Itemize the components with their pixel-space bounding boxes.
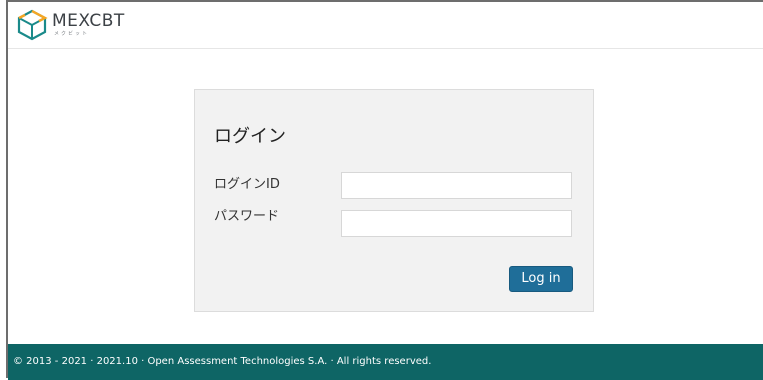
logo-text: MEXCBT bbox=[52, 11, 125, 31]
login-title: ログイン bbox=[214, 126, 286, 147]
login-button[interactable]: Log in bbox=[509, 266, 573, 292]
login-id-input[interactable] bbox=[341, 172, 572, 199]
header: MEXCBT メクビット bbox=[8, 2, 763, 49]
logo-subtext: メクビット bbox=[54, 31, 90, 37]
login-panel: ログイン ログインID パスワード Log in bbox=[194, 89, 594, 312]
login-id-label: ログインID bbox=[214, 177, 280, 192]
password-input[interactable] bbox=[341, 210, 572, 237]
cube-icon bbox=[17, 9, 48, 41]
copyright-text: © 2013 - 2021 · 2021.10 · Open Assessmen… bbox=[13, 356, 432, 367]
password-label: パスワード bbox=[214, 209, 280, 224]
footer: © 2013 - 2021 · 2021.10 · Open Assessmen… bbox=[8, 344, 763, 380]
app-frame: MEXCBT メクビット ログイン ログインID パスワード Log in © … bbox=[6, 0, 763, 380]
